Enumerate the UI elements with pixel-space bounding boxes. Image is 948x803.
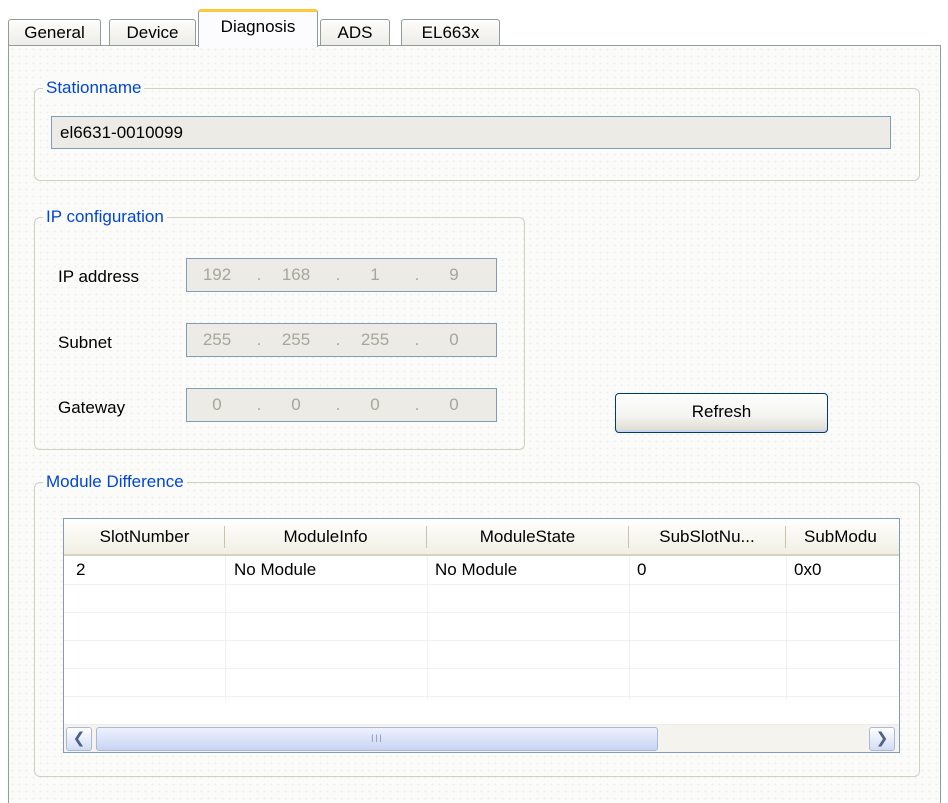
subnet-dot: . (414, 330, 420, 349)
subnet-octet-2: 255 (281, 330, 311, 349)
gateway-octet-4: 0 (449, 395, 459, 414)
grid-line (225, 556, 226, 700)
properties-window: General Device Diagnosis ADS EL663x Stat… (0, 0, 948, 803)
grid-line (64, 668, 899, 669)
ip-address-octet-3: 1 (370, 265, 380, 284)
grid-line (427, 556, 428, 700)
tab-device[interactable]: Device (109, 19, 196, 47)
subnet-octet-4: 0 (449, 330, 459, 349)
gateway-dot: . (335, 395, 341, 414)
gateway-label: Gateway (58, 398, 126, 417)
gateway-field[interactable]: 0 . 0 . 0 . 0 (186, 388, 497, 422)
tab-ads-label: ADS (337, 23, 373, 42)
gateway-dot: . (414, 395, 420, 414)
grid-line (64, 696, 899, 697)
scrollbar-thumb[interactable]: III (96, 727, 658, 751)
ip-address-octet-1: 192 (202, 265, 232, 284)
tab-el663x-label: EL663x (421, 23, 480, 42)
grid-line (629, 556, 630, 700)
grid-line (786, 556, 787, 700)
ip-configuration-legend: IP configuration (43, 206, 167, 228)
ip-address-dot: . (414, 265, 420, 284)
column-header-modulestate[interactable]: ModuleState (427, 519, 628, 554)
gateway-dot: . (256, 395, 262, 414)
subnet-dot: . (256, 330, 262, 349)
module-difference-group: Module Difference SlotNumber ModuleInfo … (34, 471, 920, 777)
gateway-octet-2: 0 (291, 395, 301, 414)
tab-general[interactable]: General (8, 19, 101, 47)
chevron-right-icon: ❯ (875, 730, 889, 747)
column-header-submodule[interactable]: SubModu (786, 519, 899, 554)
horizontal-scrollbar[interactable]: ❮ III ❯ (64, 724, 899, 752)
stationname-group: Stationname el6631-0010099 (34, 77, 920, 181)
ip-configuration-group: IP configuration IP address 192 . 168 . … (34, 206, 525, 450)
scrollbar-grip-icon: III (370, 733, 384, 745)
ip-address-dot: . (335, 265, 341, 284)
cell-subslotnumber: 0 (637, 560, 647, 579)
ip-address-field[interactable]: 192 . 168 . 1 . 9 (186, 258, 497, 292)
ip-address-octet-2: 168 (281, 265, 311, 284)
tab-diagnosis-label: Diagnosis (220, 17, 296, 36)
tab-diagnosis[interactable]: Diagnosis (198, 9, 318, 47)
cell-submodule: 0x0 (794, 560, 822, 579)
cell-moduleinfo: No Module (234, 560, 317, 579)
column-header-slotnumber[interactable]: SlotNumber (64, 519, 225, 554)
ip-address-dot: . (256, 265, 262, 284)
module-difference-legend: Module Difference (43, 471, 187, 493)
ip-address-label: IP address (58, 267, 139, 286)
grid-line (64, 612, 899, 613)
stationname-field[interactable]: el6631-0010099 (51, 116, 891, 149)
subnet-dot: . (335, 330, 341, 349)
chevron-left-icon: ❮ (72, 730, 86, 747)
stationname-legend: Stationname (43, 77, 145, 99)
tab-ads[interactable]: ADS (320, 19, 390, 47)
refresh-button[interactable]: Refresh (615, 393, 828, 433)
list-header: SlotNumber ModuleInfo ModuleState SubSlo… (64, 519, 899, 556)
grid-line (64, 584, 899, 585)
subnet-octet-1: 255 (202, 330, 232, 349)
diagnosis-tab-page: Stationname el6631-0010099 IP configurat… (8, 45, 941, 803)
grid-line (64, 640, 899, 641)
subnet-label: Subnet (58, 333, 112, 352)
gateway-octet-3: 0 (370, 395, 380, 414)
tab-el663x[interactable]: EL663x (401, 19, 500, 47)
column-header-moduleinfo[interactable]: ModuleInfo (225, 519, 426, 554)
column-header-subslotnumber[interactable]: SubSlotNu... (629, 519, 785, 554)
gateway-octet-1: 0 (212, 395, 222, 414)
tab-strip: General Device Diagnosis ADS EL663x (8, 9, 948, 47)
cell-slotnumber: 2 (76, 560, 86, 579)
cell-modulestate: No Module (435, 560, 518, 579)
subnet-octet-3: 255 (360, 330, 390, 349)
scroll-left-button[interactable]: ❮ (66, 727, 92, 751)
tab-device-label: Device (126, 23, 179, 42)
module-difference-list[interactable]: SlotNumber ModuleInfo ModuleState SubSlo… (63, 518, 900, 753)
scroll-right-button[interactable]: ❯ (869, 727, 895, 751)
tab-general-label: General (24, 23, 85, 42)
subnet-field[interactable]: 255 . 255 . 255 . 0 (186, 323, 497, 357)
ip-address-octet-4: 9 (449, 265, 459, 284)
